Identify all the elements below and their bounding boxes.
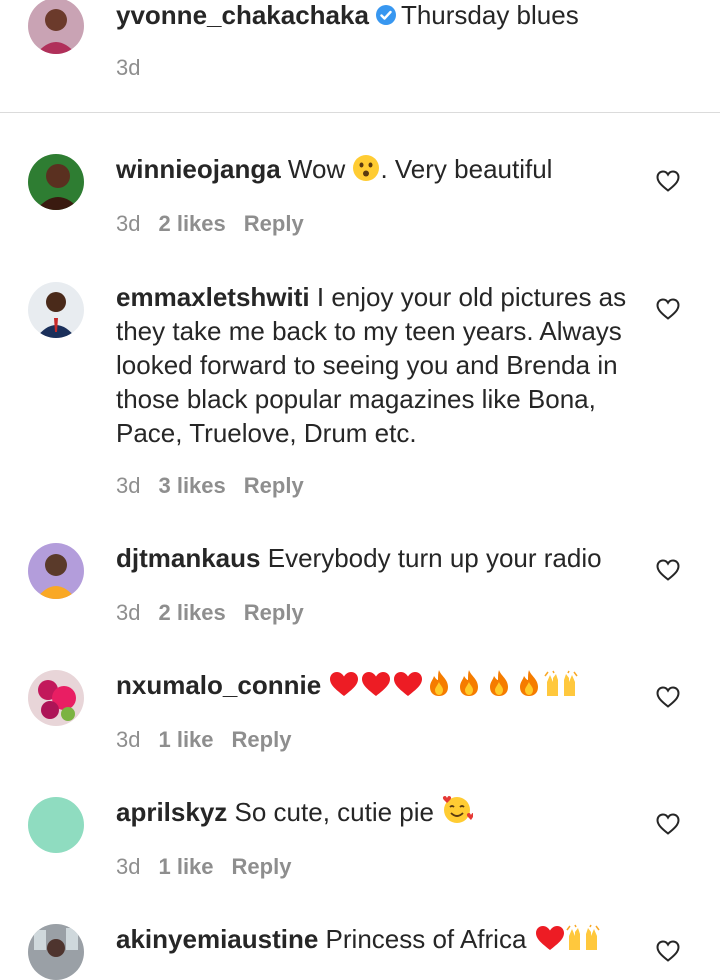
comment-likes[interactable]: 2 likes bbox=[158, 211, 225, 236]
smiling-face-with-hearts-icon bbox=[441, 795, 474, 833]
reply-button[interactable]: Reply bbox=[232, 854, 292, 879]
like-heart-icon[interactable] bbox=[656, 686, 680, 708]
comment-username[interactable]: akinyemiaustine bbox=[116, 924, 318, 954]
reply-button[interactable]: Reply bbox=[232, 727, 292, 752]
fire-icon bbox=[454, 668, 484, 706]
comment-text: djtmankaus Everybody turn up your radio bbox=[116, 541, 636, 575]
caption-time: 3d bbox=[116, 55, 141, 80]
like-heart-icon[interactable] bbox=[656, 940, 680, 962]
caption-meta: 3d bbox=[116, 54, 158, 82]
red-heart-icon bbox=[392, 670, 424, 706]
fire-icon bbox=[484, 668, 514, 706]
comment-text: winnieojanga Wow . Very beautiful bbox=[116, 152, 636, 190]
reply-button[interactable]: Reply bbox=[244, 473, 304, 498]
comment-username[interactable]: aprilskyz bbox=[116, 797, 227, 827]
comment-text: aprilskyz So cute, cutie pie bbox=[116, 795, 636, 833]
raising-hands-icon bbox=[544, 670, 578, 706]
comment-username[interactable]: winnieojanga bbox=[116, 154, 281, 184]
caption-text: yvonne_chakachaka Thursday blues bbox=[116, 0, 636, 34]
comment-likes[interactable]: 1 like bbox=[158, 727, 213, 752]
avatar[interactable] bbox=[28, 154, 84, 210]
comment-time: 3d bbox=[116, 727, 141, 752]
comment-time: 3d bbox=[116, 854, 141, 879]
avatar[interactable] bbox=[28, 0, 84, 54]
comment-meta: 3d 2 likes Reply bbox=[116, 599, 322, 627]
caption-username[interactable]: yvonne_chakachaka bbox=[116, 0, 369, 30]
comment-body: Princess of Africa bbox=[325, 924, 534, 954]
comment-username[interactable]: nxumalo_connie bbox=[116, 670, 321, 700]
post-caption: yvonne_chakachaka Thursday blues 3d bbox=[0, 0, 720, 113]
comment-time: 3d bbox=[116, 473, 141, 498]
comment-meta: 3d 1 like Reply bbox=[116, 853, 309, 881]
comment-likes[interactable]: 3 likes bbox=[158, 473, 225, 498]
hushed-face-icon bbox=[352, 154, 380, 190]
comment-body: Everybody turn up your radio bbox=[267, 543, 602, 573]
comment-username[interactable]: emmaxletshwiti bbox=[116, 282, 310, 312]
comment-text: nxumalo_connie bbox=[116, 668, 636, 706]
reply-button[interactable]: Reply bbox=[244, 211, 304, 236]
avatar[interactable] bbox=[28, 924, 84, 980]
verified-badge-icon bbox=[375, 0, 397, 34]
reply-button[interactable]: Reply bbox=[244, 600, 304, 625]
red-heart-icon bbox=[534, 924, 566, 960]
fire-icon bbox=[424, 668, 454, 706]
caption-body: Thursday blues bbox=[400, 0, 579, 30]
like-heart-icon[interactable] bbox=[656, 170, 680, 192]
comment-emojis bbox=[328, 670, 578, 700]
avatar[interactable] bbox=[28, 670, 84, 726]
avatar[interactable] bbox=[28, 797, 84, 853]
like-heart-icon[interactable] bbox=[656, 559, 680, 581]
comment-likes[interactable]: 2 likes bbox=[158, 600, 225, 625]
comment-meta: 3d 2 likes Reply bbox=[116, 210, 322, 238]
red-heart-icon bbox=[360, 670, 392, 706]
avatar[interactable] bbox=[28, 282, 84, 338]
comment-text: emmaxletshwiti I enjoy your old pictures… bbox=[116, 280, 636, 450]
comment-username[interactable]: djtmankaus bbox=[116, 543, 261, 573]
comment-likes[interactable]: 1 like bbox=[158, 854, 213, 879]
comment-meta: 3d 3 likes Reply bbox=[116, 472, 322, 500]
fire-icon bbox=[514, 668, 544, 706]
comment-text: akinyemiaustine Princess of Africa bbox=[116, 922, 636, 960]
comment-body: Wow . Very beautiful bbox=[288, 154, 553, 184]
like-heart-icon[interactable] bbox=[656, 813, 680, 835]
comment-time: 3d bbox=[116, 600, 141, 625]
red-heart-icon bbox=[328, 670, 360, 706]
raising-hands-icon bbox=[566, 924, 600, 960]
like-heart-icon[interactable] bbox=[656, 298, 680, 320]
comment-time: 3d bbox=[116, 211, 141, 236]
comment-meta: 3d 1 like Reply bbox=[116, 726, 309, 754]
avatar[interactable] bbox=[28, 543, 84, 599]
comment-body: So cute, cutie pie bbox=[234, 797, 442, 827]
